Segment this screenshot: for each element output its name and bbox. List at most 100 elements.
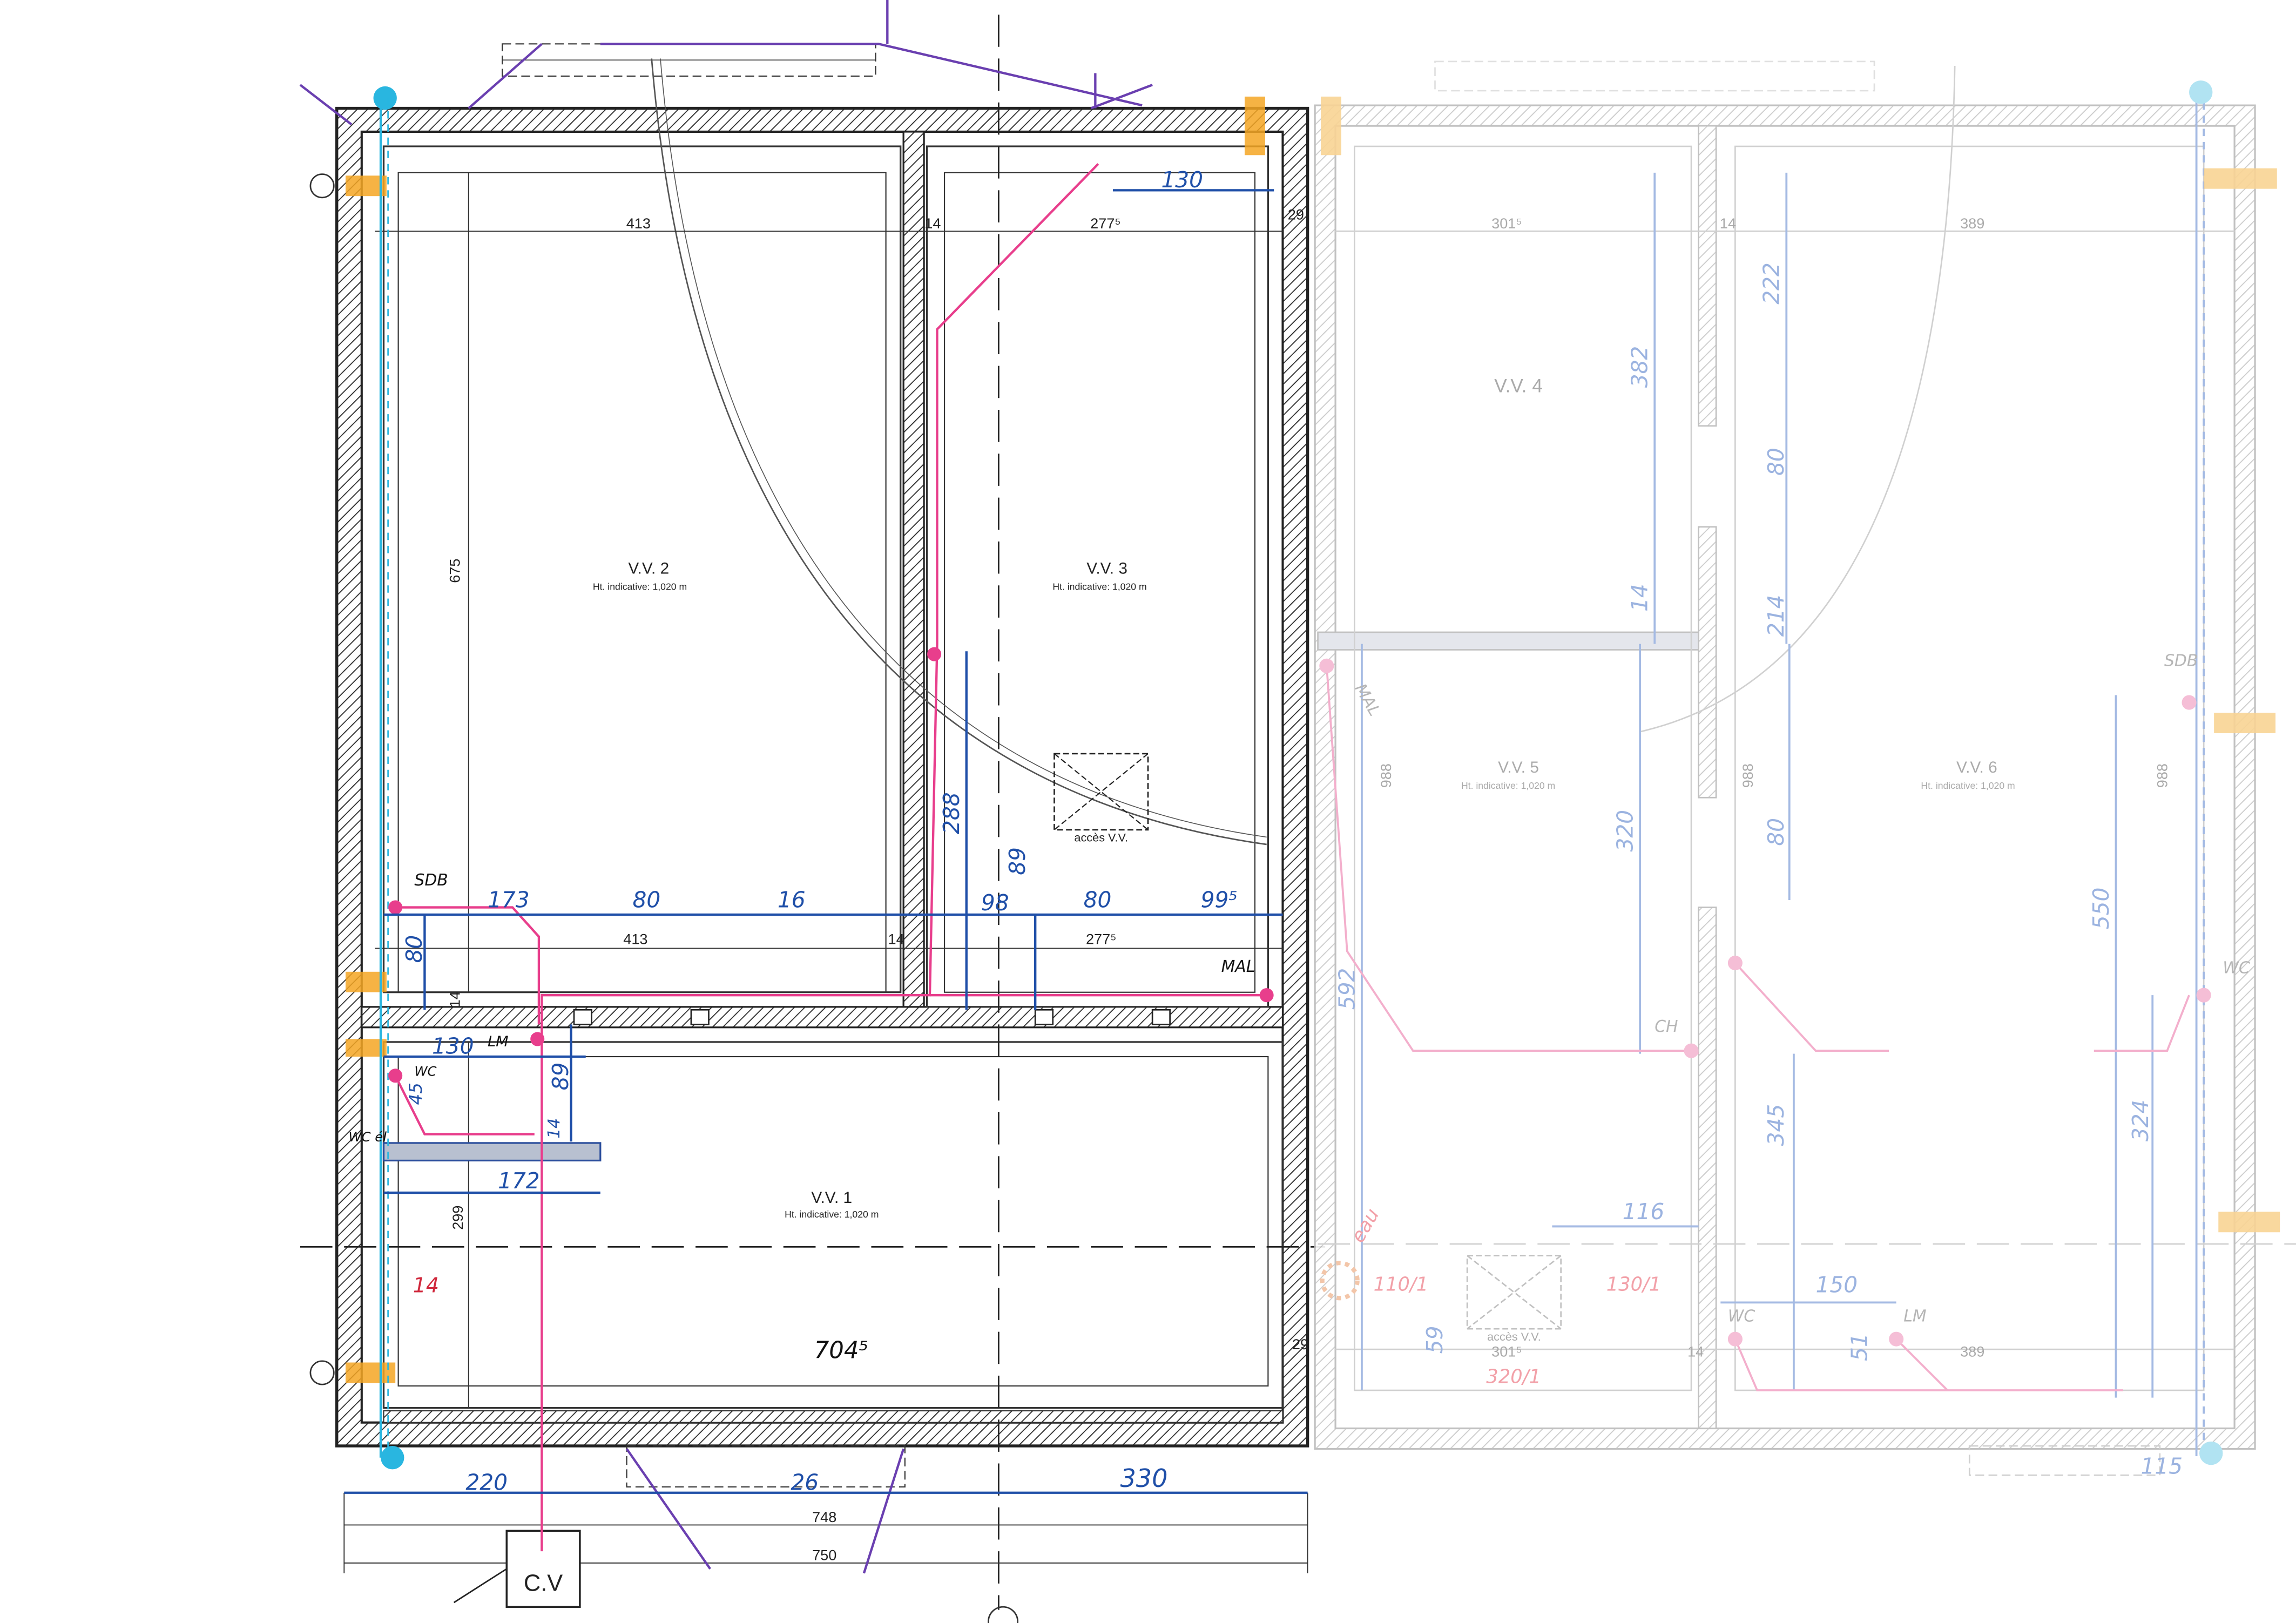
right-building-faded <box>1314 60 2296 1476</box>
orange-markers <box>345 96 1265 1383</box>
fk-ch: CH <box>1655 1017 1678 1036</box>
blue-130-top: 130 <box>1161 167 1203 193</box>
faded-988a: 988 <box>1377 763 1394 788</box>
blue-16: 16 <box>778 887 806 913</box>
faded-red-handwritten: eau 110/1 130/1 320/1 <box>1347 1205 1661 1388</box>
fb-345: 345 <box>1763 1104 1789 1146</box>
fb-116: 116 <box>1623 1199 1665 1225</box>
dim-675: 675 <box>446 559 463 583</box>
dim-750: 750 <box>812 1546 836 1563</box>
fr-130: 130/1 <box>1606 1274 1662 1296</box>
faded-vv5: V.V. 5 <box>1498 759 1539 776</box>
blue-130-mid: 130 <box>432 1033 474 1059</box>
handwritten-black: SDB MAL LM WC WC él 704⁵ <box>348 871 1255 1364</box>
faded-vv6-height: Ht. indicative: 1,020 m <box>1921 780 2015 791</box>
blue-172: 172 <box>498 1168 540 1194</box>
fb-222: 222 <box>1759 262 1785 305</box>
fb-382: 382 <box>1627 346 1653 388</box>
fb-80b: 80 <box>1763 818 1789 846</box>
dim-29-top: 29 <box>1288 206 1304 223</box>
blue-80a: 80 <box>632 887 660 913</box>
fr-320: 320/1 <box>1486 1365 1541 1388</box>
faded-14: 14 <box>1720 215 1736 232</box>
red-14-label: 14 <box>413 1273 439 1297</box>
faded-389b: 389 <box>1960 1343 1984 1360</box>
blue-89b: 89 <box>548 1063 573 1091</box>
blue-173: 173 <box>488 887 530 913</box>
room-vv3-height: Ht. indicative: 1,020 m <box>1052 581 1146 592</box>
blue-89a: 89 <box>1004 847 1030 875</box>
partition-wall-h <box>361 1006 1284 1029</box>
faded-3015: 301⁵ <box>1491 215 1522 232</box>
lm-label: LM <box>488 1033 509 1050</box>
faded-vv6: V.V. 6 <box>1956 759 1997 776</box>
faded-3015b: 301⁵ <box>1491 1343 1522 1360</box>
printed-dimensions: 413 14 277⁵ 29 675 413 14 277⁵ 14 299 29… <box>446 206 1308 1564</box>
blue-288: 288 <box>938 792 964 834</box>
blue-98: 98 <box>981 890 1009 916</box>
fb-59: 59 <box>1422 1326 1448 1354</box>
mal-label: MAL <box>1221 957 1255 976</box>
dim-29-bot: 29 <box>1292 1336 1308 1352</box>
dim-14-vert: 14 <box>446 991 463 1007</box>
sdb-label: SDB <box>414 871 448 890</box>
dim-748: 748 <box>812 1509 836 1525</box>
dim-2775-top: 277⁵ <box>1090 215 1120 232</box>
fb-51: 51 <box>1846 1333 1872 1361</box>
fk-wc-a: WC <box>1728 1307 1755 1326</box>
dim-299: 299 <box>449 1206 466 1230</box>
fb-115: 115 <box>2141 1453 2183 1479</box>
fb-214: 214 <box>1763 594 1789 637</box>
fb-80a: 80 <box>1763 448 1789 476</box>
floor-plan-drawing: 413 14 277⁵ 29 675 413 14 277⁵ 14 299 29… <box>299 0 2296 1623</box>
wc-el-label: WC él <box>348 1129 387 1145</box>
purple-lines <box>299 0 1153 1574</box>
fb-14: 14 <box>1627 584 1653 612</box>
dim-413-top: 413 <box>626 215 651 232</box>
blue-80b: 80 <box>1084 887 1112 913</box>
room-vv2-name: V.V. 2 <box>628 560 669 578</box>
fk-lm: LM <box>1903 1307 1926 1326</box>
faded-389: 389 <box>1960 215 1984 232</box>
faded-988b: 988 <box>1739 763 1756 788</box>
faded-14b: 14 <box>1687 1343 1704 1360</box>
fr-110: 110/1 <box>1374 1274 1429 1296</box>
room-vv2-height: Ht. indicative: 1,020 m <box>593 581 687 592</box>
room-vv1-height: Ht. indicative: 1,020 m <box>785 1209 879 1220</box>
faded-988c: 988 <box>2153 763 2170 788</box>
left-building <box>300 15 1326 1623</box>
fb-324: 324 <box>2128 1100 2153 1142</box>
fb-592: 592 <box>1334 968 1360 1010</box>
dim-2775-mid: 277⁵ <box>1086 930 1116 947</box>
faded-access: accès V.V. <box>1487 1330 1541 1343</box>
vv1-7045: 704⁵ <box>814 1337 868 1364</box>
blue-45: 45 <box>406 1083 426 1105</box>
blue-26: 26 <box>791 1469 819 1495</box>
faded-vv4: V.V. 4 <box>1494 375 1543 396</box>
room-vv1-name: V.V. 1 <box>811 1189 852 1207</box>
cv-label: C.V <box>524 1570 563 1596</box>
dim-14-top: 14 <box>924 215 941 232</box>
fb-320: 320 <box>1612 810 1638 852</box>
access-label-left: accès V.V. <box>1074 831 1128 844</box>
handwritten-red: 14 <box>413 1273 439 1297</box>
blue-dim-lines <box>344 189 1308 1494</box>
room-vv3-name: V.V. 3 <box>1086 560 1127 578</box>
fr-eau: eau <box>1347 1205 1383 1246</box>
fk-mal: MAL <box>1350 680 1384 719</box>
cyan-markers <box>373 86 404 1470</box>
faded-blue-handwritten: 222 382 80 14 214 320 80 550 592 345 324… <box>1334 262 2183 1479</box>
blue-330: 330 <box>1120 1464 1167 1493</box>
faded-printed-text: 301⁵ 14 389 988 988 988 301⁵ 14 389 V.V.… <box>1377 215 2170 1360</box>
wc-label: WC <box>414 1063 436 1079</box>
outer-wall <box>335 107 1309 1448</box>
fk-wc-b: WC <box>2223 959 2250 978</box>
blue-80v: 80 <box>401 935 427 963</box>
blue-14-wc: 14 <box>545 1118 564 1139</box>
fb-150: 150 <box>1816 1272 1858 1297</box>
faded-vv5-height: Ht. indicative: 1,020 m <box>1461 780 1555 791</box>
dim-413-mid: 413 <box>623 930 647 947</box>
blue-995: 99⁵ <box>1201 887 1238 913</box>
partition-wall-v <box>902 131 925 1011</box>
dim-14-mid: 14 <box>888 930 904 947</box>
